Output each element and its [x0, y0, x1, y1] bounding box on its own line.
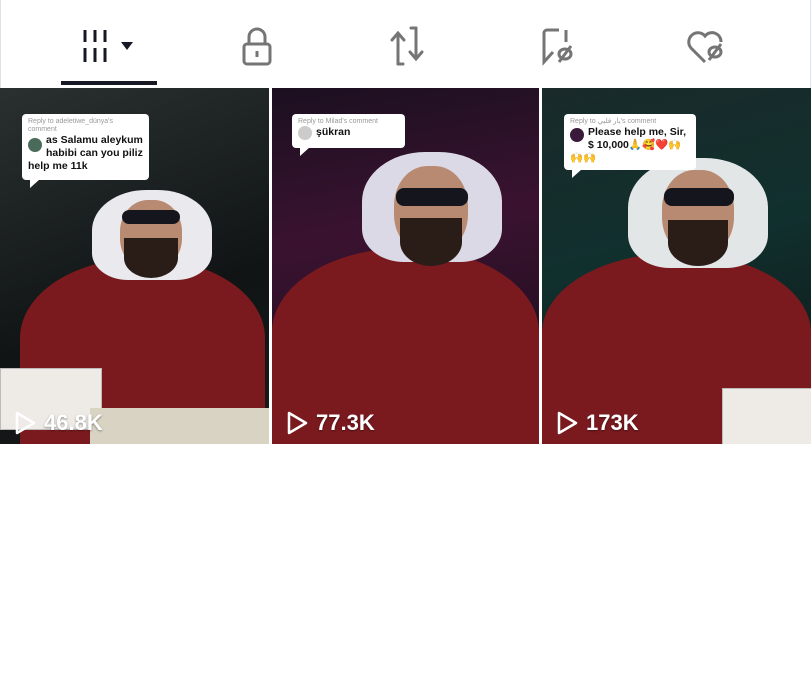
comment-reply-sticker: Reply to Milad's comment şükran	[292, 114, 405, 156]
lock-icon	[242, 27, 272, 66]
money	[90, 408, 269, 444]
play-icon	[287, 411, 308, 435]
video-grid: Reply to adeletiwe_dünya's comment as Sa…	[0, 88, 811, 444]
profile-tab-bar	[0, 0, 811, 88]
comment-text: şükran	[316, 126, 351, 138]
play-icon	[557, 411, 578, 435]
person-beard	[400, 218, 462, 266]
person-beard	[124, 238, 178, 278]
tab-videos[interactable]	[73, 22, 145, 70]
avatar	[298, 126, 312, 140]
tab-private[interactable]	[227, 22, 287, 70]
sunglasses	[664, 188, 734, 206]
play-icon	[15, 411, 36, 435]
comment-text: Please help me, Sir, $ 10,000🙏🥰❤️🙌🙌🙌	[570, 126, 687, 164]
video-thumbnail[interactable]: Reply to يار قلبي's comment Please help …	[542, 88, 811, 444]
active-tab-indicator	[61, 81, 157, 85]
video-thumbnail[interactable]: Reply to Milad's comment şükran 77.3K	[272, 88, 539, 444]
person-beard	[668, 220, 728, 266]
video-thumbnail[interactable]: Reply to adeletiwe_dünya's comment as Sa…	[0, 88, 269, 444]
comment-reply-sticker: Reply to adeletiwe_dünya's comment as Sa…	[22, 114, 149, 188]
videos-grid-icon	[83, 30, 133, 62]
comment-text: as Salamu aleykum habibi can you piliz h…	[28, 134, 143, 172]
view-count-text: 77.3K	[316, 410, 375, 435]
comment-reply-sticker: Reply to يار قلبي's comment Please help …	[564, 114, 696, 178]
favorites-hidden-icon	[542, 28, 573, 66]
view-count-text: 173K	[586, 410, 639, 435]
sunglasses	[396, 188, 468, 206]
tab-liked[interactable]	[677, 22, 737, 70]
reply-to-label: Reply to يار قلبي's comment	[570, 118, 657, 125]
avatar	[28, 138, 42, 152]
view-count-text: 46.8K	[44, 410, 103, 435]
liked-hidden-icon	[687, 31, 723, 64]
sunglasses	[122, 210, 180, 224]
tab-favorites[interactable]	[527, 22, 587, 70]
view-count: 77.3K	[286, 410, 375, 436]
reply-to-label: Reply to Milad's comment	[298, 118, 378, 125]
repost-icon	[390, 26, 424, 66]
reply-to-label: Reply to adeletiwe_dünya's comment	[28, 118, 114, 133]
view-count: 173K	[556, 410, 639, 436]
tab-reposts[interactable]	[377, 22, 437, 70]
avatar	[570, 128, 584, 142]
box	[722, 388, 811, 444]
view-count: 46.8K	[14, 410, 103, 436]
chevron-down-icon	[121, 42, 133, 50]
